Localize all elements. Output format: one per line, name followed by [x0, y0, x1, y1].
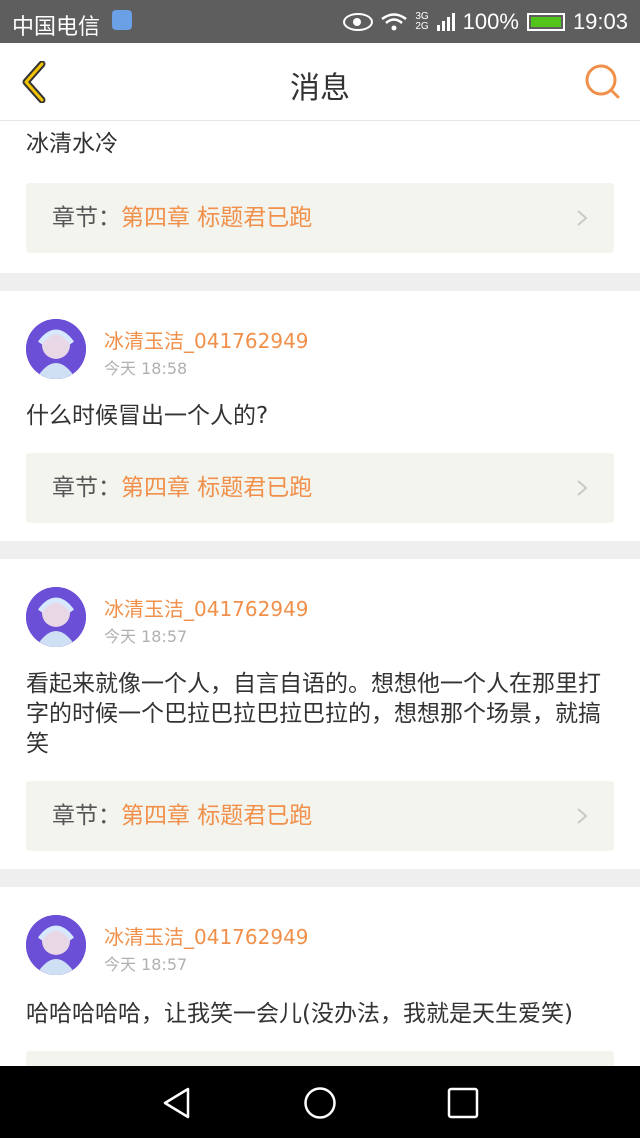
chevron-right-icon — [577, 808, 588, 824]
carrier-name: 中国电信 — [12, 14, 101, 39]
timestamp: 今天 18:57 — [104, 955, 188, 974]
chevron-right-icon — [577, 210, 588, 226]
chapter-title: 第四章 标题君已跑 — [121, 475, 313, 501]
message-card: 冰清玉洁_041762949 今天 18:57 看起来就像一个人，自言自语的。想… — [0, 559, 640, 869]
timestamp: 今天 18:58 — [104, 359, 188, 378]
message-text: 冰清水冷 — [26, 131, 118, 157]
avatar-image — [26, 319, 86, 379]
message-text: 看起来就像一个人，自言自语的。想想他一个人在那里打字的时候一个巴拉巴拉巴拉巴拉的… — [26, 671, 601, 757]
chapter-label: 章节： — [52, 475, 121, 501]
message-text: 哈哈哈哈哈，让我笑一会儿(没办法，我就是天生爱笑) — [26, 1001, 573, 1027]
back-triangle-icon[interactable] — [160, 1086, 194, 1120]
chapter-link[interactable]: 章节：第四章 标题君已跑 — [26, 781, 614, 851]
app-notification-icon — [112, 10, 132, 30]
message-author: 冰清玉洁_041762949 今天 18:57 — [26, 887, 614, 995]
avatar[interactable] — [26, 915, 86, 975]
page-title: 消息 — [290, 71, 350, 106]
app-header: 消息 — [0, 43, 640, 121]
chevron-right-icon — [577, 480, 588, 496]
battery-percent: 100% — [462, 9, 519, 34]
avatar-image — [26, 587, 86, 647]
message-text: 什么时候冒出一个人的? — [26, 403, 269, 429]
clock: 19:03 — [572, 9, 628, 34]
status-bar: 中国电信 3G 2G 100% 19:03 — [0, 0, 640, 43]
divider — [0, 541, 640, 559]
chapter-label: 章节： — [52, 803, 121, 829]
chapter-title: 第四章 标题君已跑 — [121, 803, 313, 829]
avatar[interactable] — [26, 587, 86, 647]
signal-icon — [436, 13, 455, 31]
avatar-image — [26, 915, 86, 975]
chapter-link[interactable]: 章节：第四章 标题君已跑 — [26, 453, 614, 523]
chapter-label: 章节： — [52, 205, 121, 231]
chapter-link[interactable]: 章节：第四章 标题君已跑 — [26, 183, 614, 253]
network-2g-label: 2G — [415, 21, 429, 32]
status-indicators: 3G 2G 100% 19:03 — [343, 9, 628, 35]
message-author: 冰清玉洁_041762949 今天 18:58 — [26, 291, 614, 399]
username[interactable]: 冰清玉洁_041762949 — [104, 593, 309, 622]
avatar[interactable] — [26, 319, 86, 379]
timestamp: 今天 18:57 — [104, 627, 188, 646]
message-card: 冰清水冷 章节：第四章 标题君已跑 — [0, 121, 640, 273]
message-author: 冰清玉洁_041762949 今天 18:57 — [26, 559, 614, 667]
message-card: 冰清玉洁_041762949 今天 18:58 什么时候冒出一个人的? 章节：第… — [0, 291, 640, 541]
message-card: 冰清玉洁_041762949 今天 18:57 哈哈哈哈哈，让我笑一会儿(没办法… — [0, 887, 640, 1066]
system-nav-bar — [0, 1066, 640, 1138]
home-circle-icon[interactable] — [303, 1086, 337, 1120]
search-icon[interactable] — [584, 63, 622, 101]
message-list[interactable]: 冰清水冷 章节：第四章 标题君已跑 冰清玉洁_041762949 今天 18:5… — [0, 121, 640, 1066]
chapter-title: 第四章 标题君已跑 — [121, 205, 313, 231]
username[interactable]: 冰清玉洁_041762949 — [104, 325, 309, 354]
chapter-link[interactable] — [26, 1051, 614, 1066]
network-type: 3G 2G — [415, 12, 428, 32]
eye-comfort-icon — [343, 13, 374, 31]
battery-icon — [526, 13, 565, 31]
wifi-icon — [381, 13, 408, 31]
divider — [0, 869, 640, 887]
username[interactable]: 冰清玉洁_041762949 — [104, 921, 309, 950]
recents-square-icon[interactable] — [446, 1086, 480, 1120]
divider — [0, 273, 640, 291]
